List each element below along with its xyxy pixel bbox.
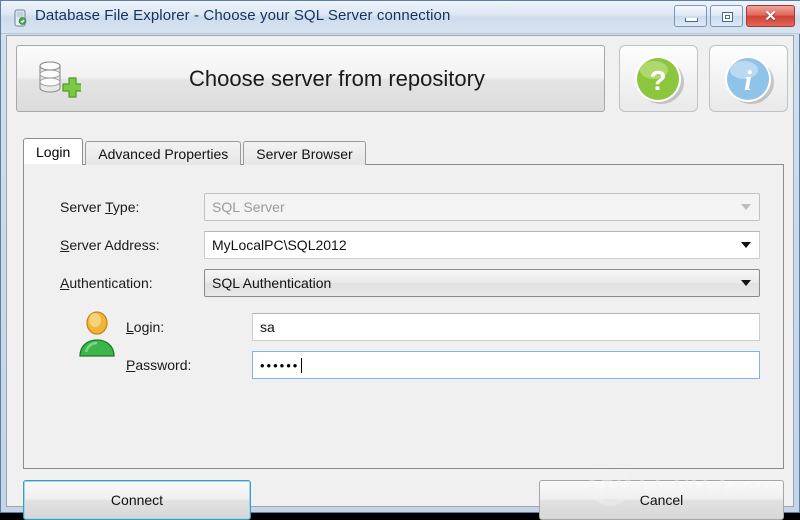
authentication-row: Authentication: SQL Authentication bbox=[24, 269, 783, 297]
window-controls: ✕ bbox=[674, 5, 795, 27]
login-tab-panel: Server Type: SQL Server Server Address: … bbox=[23, 164, 784, 469]
password-row: Password: •••••• bbox=[24, 351, 783, 379]
client-area: Choose server from repository ? i Login … bbox=[6, 35, 794, 520]
server-type-combobox: SQL Server bbox=[204, 193, 760, 221]
tab-advanced-properties[interactable]: Advanced Properties bbox=[85, 141, 242, 165]
login-value: sa bbox=[260, 319, 275, 335]
login-label: Login: bbox=[126, 319, 165, 335]
window-title: Database File Explorer - Choose your SQL… bbox=[35, 7, 451, 24]
database-add-icon bbox=[33, 56, 83, 104]
close-icon: ✕ bbox=[764, 8, 777, 25]
server-address-row: Server Address: MyLocalPC\SQL2012 bbox=[24, 231, 783, 259]
question-mark-icon: ? bbox=[635, 56, 684, 104]
server-type-label: Server Type: bbox=[60, 199, 140, 215]
tab-server-browser[interactable]: Server Browser bbox=[243, 141, 366, 165]
svg-text:?: ? bbox=[649, 65, 666, 96]
tab-strip: Login Advanced Properties Server Browser bbox=[23, 138, 368, 166]
text-caret bbox=[301, 357, 303, 373]
minimize-button[interactable] bbox=[674, 5, 707, 27]
header-banner: Choose server from repository bbox=[16, 45, 605, 112]
title-bar: Database File Explorer - Choose your SQL… bbox=[1, 1, 800, 34]
server-type-row: Server Type: SQL Server bbox=[24, 193, 783, 221]
close-button[interactable]: ✕ bbox=[746, 5, 795, 27]
server-address-combobox[interactable]: MyLocalPC\SQL2012 bbox=[204, 231, 760, 259]
banner-title: Choose server from repository bbox=[189, 66, 485, 91]
server-type-value: SQL Server bbox=[212, 199, 285, 215]
connect-button-label: Connect bbox=[110, 492, 164, 508]
minimize-icon bbox=[685, 18, 698, 22]
chevron-down-icon[interactable] bbox=[741, 280, 751, 286]
cancel-button[interactable]: Cancel bbox=[539, 480, 784, 520]
tab-server-browser-label: Server Browser bbox=[256, 145, 353, 162]
authentication-value: SQL Authentication bbox=[212, 275, 332, 291]
password-input[interactable]: •••••• bbox=[252, 351, 760, 379]
tab-login[interactable]: Login bbox=[23, 138, 84, 166]
help-button[interactable]: ? bbox=[619, 45, 698, 112]
cancel-button-label: Cancel bbox=[639, 492, 684, 508]
login-input[interactable]: sa bbox=[252, 313, 760, 341]
tab-advanced-properties-label: Advanced Properties bbox=[98, 145, 229, 162]
maximize-icon bbox=[722, 12, 733, 22]
login-row: Login: sa bbox=[24, 313, 783, 341]
maximize-button[interactable] bbox=[710, 5, 743, 27]
server-address-label: Server Address: bbox=[60, 237, 160, 253]
application-window: Database File Explorer - Choose your SQL… bbox=[0, 0, 800, 520]
password-label: Password: bbox=[126, 357, 192, 373]
tab-login-label: Login bbox=[36, 144, 71, 160]
chevron-down-icon bbox=[741, 204, 751, 210]
database-app-icon bbox=[11, 9, 29, 27]
password-value: •••••• bbox=[260, 357, 300, 373]
connect-button[interactable]: Connect bbox=[23, 480, 251, 520]
svg-text:i: i bbox=[744, 65, 752, 97]
chevron-down-icon[interactable] bbox=[741, 242, 751, 248]
information-icon: i bbox=[725, 56, 774, 104]
server-address-value: MyLocalPC\SQL2012 bbox=[212, 237, 347, 253]
info-button[interactable]: i bbox=[709, 45, 788, 112]
authentication-label: Authentication: bbox=[60, 275, 153, 291]
authentication-combobox[interactable]: SQL Authentication bbox=[204, 269, 760, 297]
